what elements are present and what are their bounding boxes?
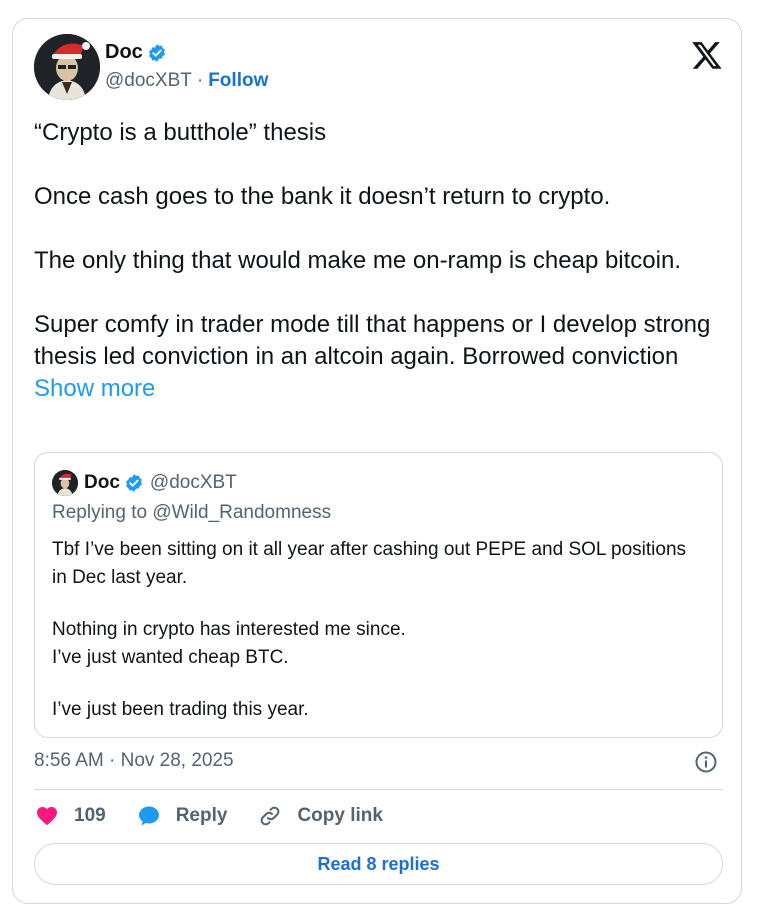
author-name-row: Doc xyxy=(105,41,167,64)
separator-dot: · xyxy=(196,70,204,91)
copy-link-button[interactable]: Copy link xyxy=(257,804,383,828)
show-more-link[interactable]: Show more xyxy=(34,375,155,402)
follow-button[interactable]: Follow xyxy=(208,70,268,92)
verified-badge-icon xyxy=(148,43,165,62)
tweet-paragraph: Once cash goes to the bank it doesn’t re… xyxy=(34,183,611,210)
copy-link-label: Copy link xyxy=(297,805,383,826)
quoted-header: Doc @docXBT xyxy=(52,470,237,496)
action-bar: 109 Reply Copy link xyxy=(34,801,413,831)
info-icon[interactable] xyxy=(694,750,718,774)
heart-icon xyxy=(37,807,57,826)
quoted-tweet[interactable]: Doc @docXBT Replying to @Wild_Randomness… xyxy=(34,452,723,738)
replying-to: Replying to @Wild_Randomness xyxy=(52,502,332,523)
tweet-paragraph-last: Super comfy in trader mode till that hap… xyxy=(34,309,714,405)
author-avatar[interactable] xyxy=(34,34,100,100)
reply-label: Reply xyxy=(175,805,228,826)
tweet-timestamp[interactable]: 8:56 AM · Nov 28, 2025 xyxy=(34,750,234,772)
quoted-author-name: Doc xyxy=(84,472,120,493)
tweet-paragraph: “Crypto is a butthole” thesis xyxy=(34,119,327,146)
reply-bubble-icon xyxy=(138,806,159,826)
divider xyxy=(34,789,723,790)
tweet-text: “Crypto is a butthole” thesis Once cash … xyxy=(34,117,714,405)
quoted-paragraph: Nothing in crypto has interested me sinc… xyxy=(52,619,406,668)
link-icon xyxy=(261,806,280,826)
quoted-paragraph: Tbf I’ve been sitting on it all year aft… xyxy=(52,539,687,588)
read-replies-button[interactable]: Read 8 replies xyxy=(34,843,723,885)
author-handle[interactable]: @docXBT xyxy=(105,70,192,92)
verified-badge-icon xyxy=(125,474,142,492)
read-replies-label: Read 8 replies xyxy=(317,853,440,874)
reply-button[interactable]: Reply xyxy=(136,804,228,828)
quoted-avatar xyxy=(52,470,78,496)
quoted-author-handle: @docXBT xyxy=(149,472,237,493)
like-button[interactable]: 109 xyxy=(34,804,106,828)
tweet-card: Doc @docXBT · Follow “Crypto is a buttho… xyxy=(12,18,742,904)
like-count: 109 xyxy=(74,805,106,826)
tweet-paragraph: Super comfy in trader mode till that hap… xyxy=(34,311,711,370)
quoted-paragraph: I’ve just been trading this year. xyxy=(52,699,309,720)
author-handle-row: @docXBT · Follow xyxy=(105,70,268,92)
author-name[interactable]: Doc xyxy=(105,41,143,64)
tweet-paragraph: The only thing that would make me on-ram… xyxy=(34,247,682,274)
quoted-text: Tbf I’ve been sitting on it all year aft… xyxy=(52,536,702,748)
x-logo-icon[interactable] xyxy=(691,39,723,71)
